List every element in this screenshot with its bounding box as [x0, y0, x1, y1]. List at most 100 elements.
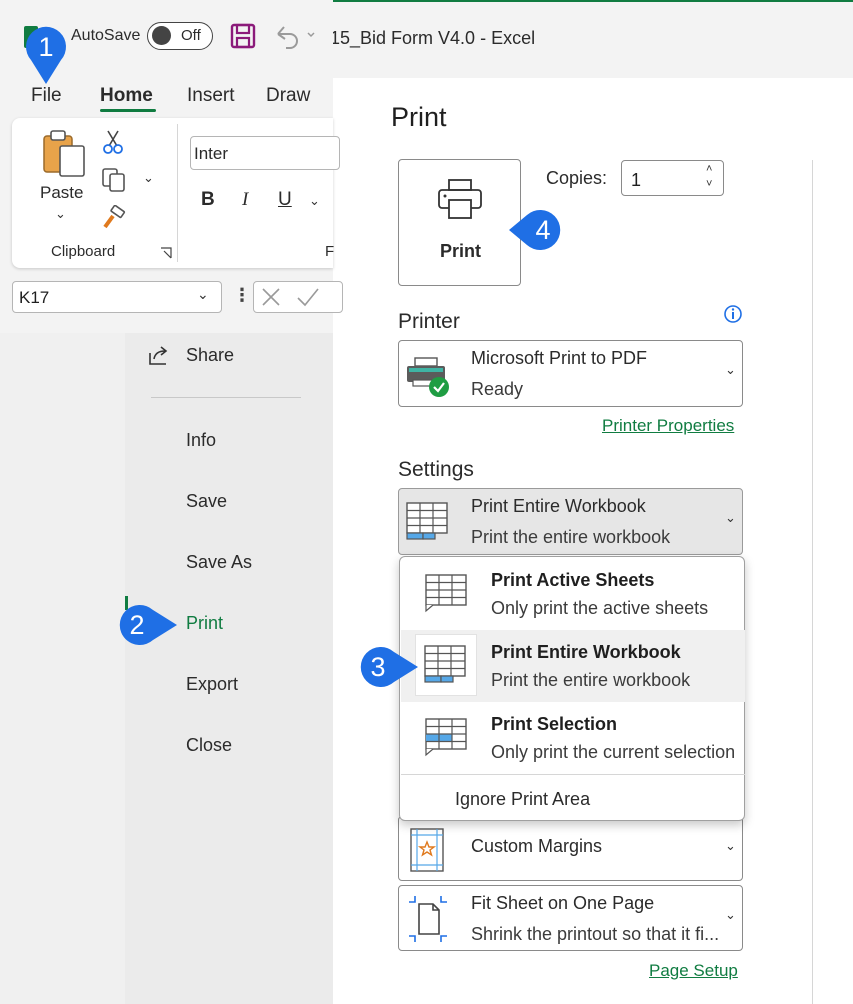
printer-name: Microsoft Print to PDF [471, 348, 648, 368]
cancel-entry-icon[interactable] [260, 286, 282, 308]
nav-print[interactable]: Print [186, 613, 223, 634]
menu-item-title: Print Active Sheets [491, 570, 655, 590]
printer-heading: Printer [398, 310, 460, 333]
printer-info-icon[interactable] [723, 304, 743, 324]
ribbon-group-separator [177, 124, 178, 262]
scaling-chevron-icon: ⌄ [725, 907, 736, 922]
callout-number: 2 [129, 610, 145, 640]
name-box-value: K17 [19, 288, 50, 307]
custom-margins-icon [409, 827, 445, 873]
nav-divider [151, 397, 301, 398]
menu-item-subtitle: Print the entire workbook [491, 670, 691, 690]
font-name-value: Inter [194, 144, 229, 163]
menu-item-subtitle: Only print the current selection [491, 742, 736, 762]
margins-dropdown[interactable]: Custom Margins ⌄ [398, 816, 743, 881]
fit-sheet-icon [407, 894, 449, 944]
share-icon [147, 343, 171, 367]
callout-number: 4 [535, 215, 551, 245]
nav-share[interactable]: Share [186, 345, 234, 366]
print-what-menu: Print Active Sheets Only print the activ… [399, 556, 745, 821]
menu-item-print-selection[interactable]: Print Selection Only print the current s… [401, 702, 745, 774]
paste-icon[interactable] [40, 128, 88, 178]
scaling-dropdown[interactable]: Fit Sheet on One Page Shrink the printou… [398, 885, 743, 951]
format-painter-icon[interactable] [101, 204, 127, 231]
page-setup-link[interactable]: Page Setup [649, 961, 738, 981]
backstage-nav-panel [125, 333, 333, 1004]
callout-1: 1 [22, 24, 70, 84]
print-button-label: Print [440, 241, 482, 261]
copies-label: Copies: [546, 168, 608, 188]
copies-up-icon[interactable]: ˄ [706, 163, 712, 175]
name-box-chevron-icon[interactable]: ⌄ [197, 286, 209, 303]
nav-export[interactable]: Export [186, 674, 238, 695]
copies-down-icon[interactable]: ˅ [706, 178, 712, 190]
printer-status: Ready [471, 379, 524, 399]
underline-button[interactable]: U [278, 189, 292, 211]
selection-icon [423, 717, 469, 757]
entire-workbook-icon [415, 634, 477, 696]
clipboard-group-label: Clipboard [51, 243, 116, 260]
menu-item-subtitle: Only print the active sheets [491, 598, 709, 618]
print-what-title: Print Entire Workbook [471, 496, 646, 516]
print-button[interactable]: Print [398, 159, 521, 286]
printer-icon [437, 178, 483, 220]
menu-item-print-entire-workbook[interactable]: Print Entire Workbook Print the entire w… [401, 630, 745, 702]
underline-dropdown-chevron-icon[interactable]: ⌄ [309, 193, 320, 209]
copies-spinner[interactable]: 1 ˄ ˅ [621, 160, 724, 196]
save-icon[interactable] [229, 22, 257, 50]
menu-item-title: Print Selection [491, 714, 618, 734]
tab-file[interactable]: File [31, 85, 62, 107]
toggle-knob [152, 26, 171, 45]
print-what-subtitle: Print the entire workbook [471, 527, 671, 547]
nav-close[interactable]: Close [186, 735, 232, 756]
callout-number: 1 [38, 32, 54, 62]
pdf-printer-icon [405, 356, 451, 398]
menu-item-title: Print Entire Workbook [491, 642, 681, 662]
name-box[interactable]: K17 ⌄ [12, 281, 222, 313]
clipboard-launcher-icon[interactable] [160, 246, 172, 259]
autosave-state: Off [181, 27, 201, 44]
confirm-entry-icon[interactable] [296, 286, 320, 308]
formula-bar-more-icon[interactable]: ⋮ [233, 285, 251, 306]
settings-heading: Settings [398, 458, 474, 481]
paste-label[interactable]: Paste [40, 183, 83, 203]
nav-save-as[interactable]: Save As [186, 552, 252, 573]
tab-insert[interactable]: Insert [187, 85, 235, 107]
undo-icon[interactable] [272, 22, 318, 50]
font-group-label: F [325, 243, 335, 260]
printer-properties-link[interactable]: Printer Properties [602, 416, 734, 436]
copy-icon[interactable] [101, 167, 127, 193]
italic-button[interactable]: I [242, 189, 248, 211]
print-what-chevron-icon: ⌄ [725, 510, 736, 525]
scaling-subtitle: Shrink the printout so that it fi... [471, 924, 720, 944]
font-name-box[interactable]: Inter [190, 136, 340, 170]
menu-item-print-active-sheets[interactable]: Print Active Sheets Only print the activ… [401, 558, 745, 630]
tab-draw[interactable]: Draw [266, 85, 310, 107]
workbook-grid-icon [405, 501, 449, 541]
scaling-title: Fit Sheet on One Page [471, 893, 655, 913]
callout-3: 3 [354, 643, 418, 691]
printer-dropdown[interactable]: Microsoft Print to PDF Ready ⌄ [398, 340, 743, 407]
margins-chevron-icon: ⌄ [725, 838, 736, 853]
callout-4: 4 [509, 206, 567, 254]
tab-home-underline [100, 109, 156, 112]
tab-home[interactable]: Home [100, 85, 153, 107]
menu-separator [401, 774, 745, 775]
print-what-dropdown[interactable]: Print Entire Workbook Print the entire w… [398, 488, 743, 555]
print-pane-title: Print [391, 102, 447, 132]
printer-dropdown-chevron-icon: ⌄ [725, 362, 736, 377]
callout-number: 3 [370, 652, 386, 682]
window-title: 15_Bid Form V4.0 - Excel [330, 28, 536, 48]
active-sheets-icon [423, 573, 469, 613]
autosave-toggle[interactable]: Off [147, 22, 213, 50]
bold-button[interactable]: B [201, 189, 215, 211]
cut-icon[interactable] [102, 129, 124, 155]
autosave-label: AutoSave [71, 27, 141, 44]
nav-save[interactable]: Save [186, 491, 227, 512]
copy-dropdown-chevron-icon[interactable]: ⌄ [143, 170, 154, 186]
nav-info[interactable]: Info [186, 430, 216, 451]
preview-divider [812, 160, 813, 1004]
paste-dropdown-chevron-icon[interactable]: ⌄ [55, 206, 66, 222]
menu-item-ignore-print-area[interactable]: Ignore Print Area [455, 789, 590, 810]
margins-label: Custom Margins [471, 836, 603, 856]
